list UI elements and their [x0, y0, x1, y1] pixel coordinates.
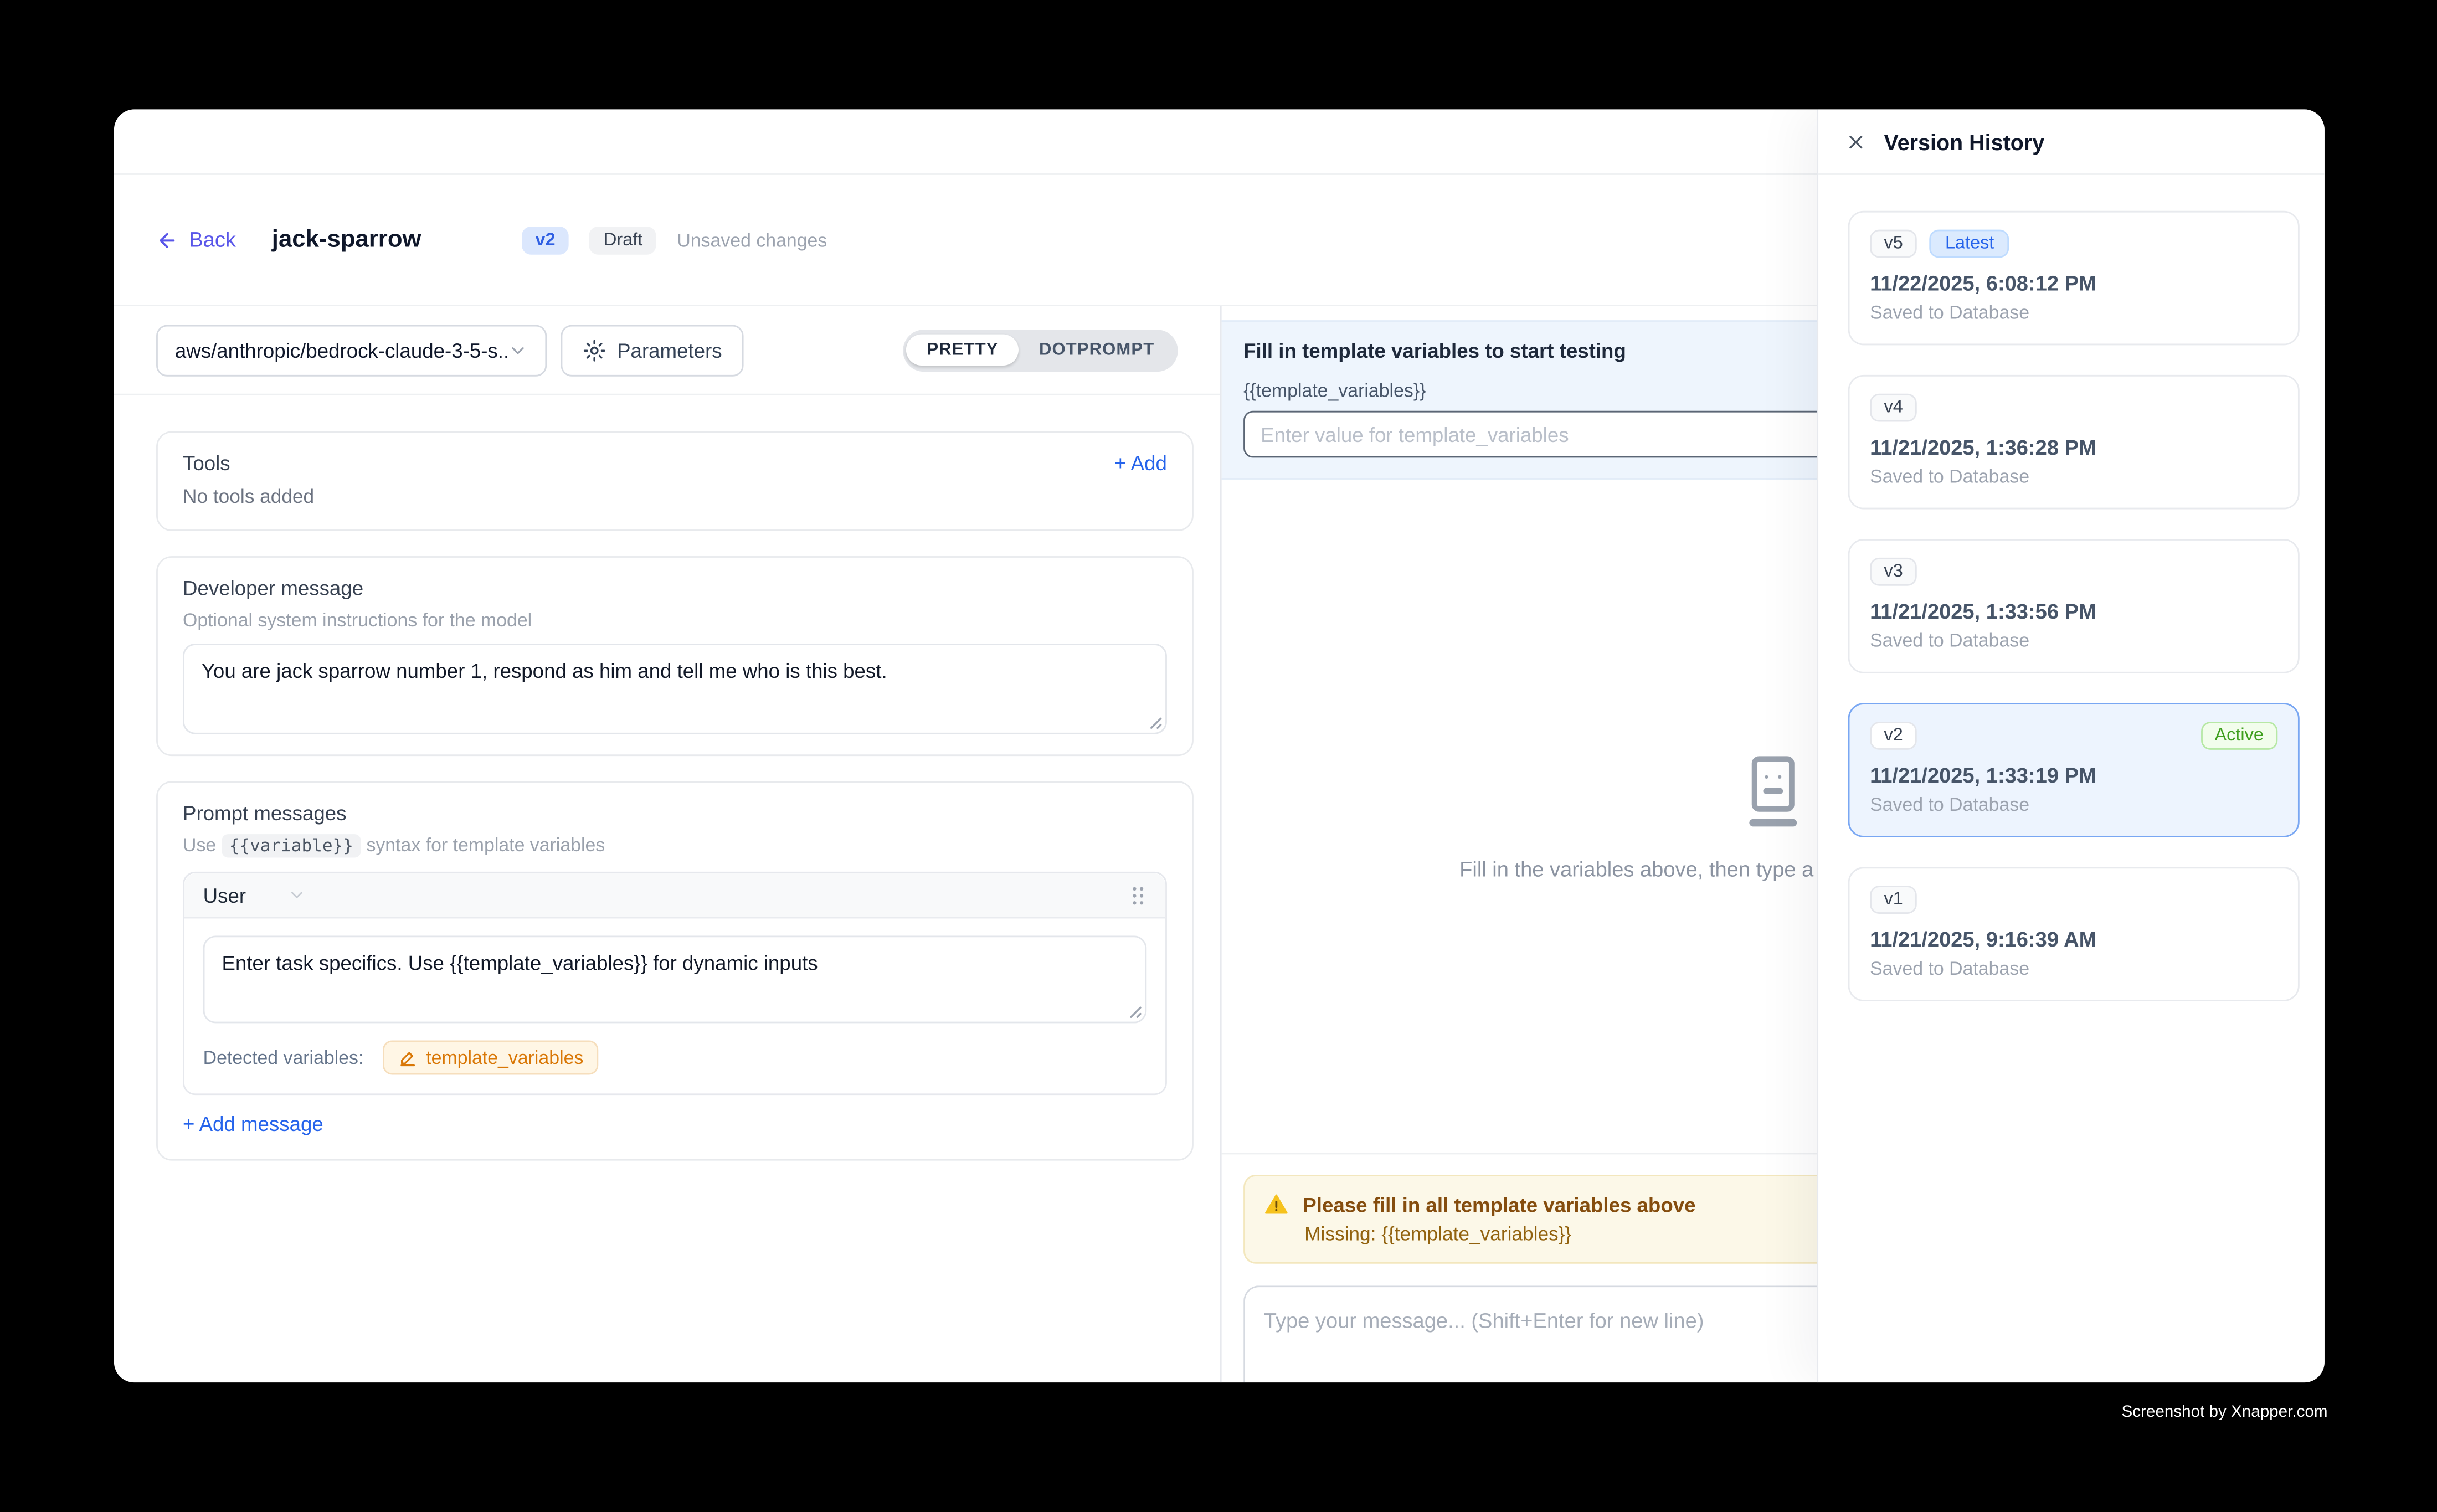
version-card[interactable]: v5 Latest 11/22/2025, 6:08:12 PM Saved t…: [1848, 211, 2300, 346]
message-header: User: [184, 873, 1165, 919]
version-date: 11/21/2025, 1:33:56 PM: [1870, 600, 2277, 623]
editor-cards: Tools + Add No tools added Developer mes…: [114, 395, 1220, 1383]
page-title: jack-sparrow: [272, 226, 421, 254]
parameters-label: Parameters: [617, 338, 722, 362]
developer-message-subtitle: Optional system instructions for the mod…: [183, 609, 1167, 631]
version-number-chip: v5: [1870, 230, 1917, 258]
pencil-icon: [398, 1048, 417, 1067]
unsaved-changes-text: Unsaved changes: [677, 229, 827, 250]
version-history-title: Version History: [1884, 129, 2045, 154]
latest-badge: Latest: [1930, 230, 2010, 258]
version-date: 11/21/2025, 1:36:28 PM: [1870, 436, 2277, 459]
user-message-input[interactable]: Enter task specifics. Use {{template_var…: [203, 935, 1147, 1023]
add-tool-button[interactable]: + Add: [1114, 451, 1167, 475]
version-list: v5 Latest 11/22/2025, 6:08:12 PM Saved t…: [1818, 175, 2325, 1382]
arrow-left-icon: [156, 229, 178, 250]
version-card[interactable]: v3 11/21/2025, 1:33:56 PM Saved to Datab…: [1848, 539, 2300, 673]
close-icon[interactable]: [1845, 131, 1867, 152]
message-block: User: [183, 872, 1167, 1095]
back-button[interactable]: Back: [156, 228, 236, 251]
prompt-messages-title: Prompt messages: [183, 801, 1167, 825]
variable-syntax-code: {{variable}}: [222, 834, 361, 857]
gear-icon: [583, 338, 606, 362]
version-saved-status: Saved to Database: [1870, 630, 2277, 651]
drag-handle-icon[interactable]: [1129, 883, 1146, 907]
version-saved-status: Saved to Database: [1870, 301, 2277, 323]
version-date: 11/22/2025, 6:08:12 PM: [1870, 272, 2277, 295]
version-saved-status: Saved to Database: [1870, 466, 2277, 487]
version-number-chip: v3: [1870, 558, 1917, 586]
editor-column: aws/anthropic/bedrock-claude-3-5-s... Pa…: [114, 306, 1222, 1382]
version-date: 11/21/2025, 9:16:39 AM: [1870, 928, 2277, 951]
parameters-button[interactable]: Parameters: [561, 324, 744, 376]
detected-variables-row: Detected variables: template_variables: [203, 1040, 1147, 1074]
tools-title: Tools: [183, 451, 230, 475]
chevron-down-icon: [288, 886, 307, 904]
version-history-drawer: Version History v5 Latest 11/22/2025, 6:…: [1817, 109, 2325, 1382]
version-number-chip: v1: [1870, 886, 1917, 914]
chevron-down-icon: [508, 340, 528, 360]
screenshot-caption: Screenshot by Xnapper.com: [2121, 1403, 2327, 1422]
active-badge: Active: [2201, 722, 2277, 750]
model-select-value: aws/anthropic/bedrock-claude-3-5-s...: [175, 338, 508, 362]
version-date: 11/21/2025, 1:33:19 PM: [1870, 764, 2277, 787]
message-body: Enter task specifics. Use {{template_var…: [184, 918, 1165, 1093]
warning-triangle-icon: [1264, 1192, 1289, 1217]
screenshot-canvas: Back jack-sparrow v2 Draft Unsaved chang…: [0, 0, 2437, 1512]
toggle-dotprompt[interactable]: DOTPROMPT: [1019, 335, 1175, 366]
toolbar: aws/anthropic/bedrock-claude-3-5-s... Pa…: [114, 306, 1220, 395]
role-select[interactable]: User: [203, 883, 307, 907]
version-card[interactable]: v2 Active 11/21/2025, 1:33:19 PM Saved t…: [1848, 703, 2300, 837]
version-number-chip: v2: [1870, 722, 1917, 750]
app-window: Back jack-sparrow v2 Draft Unsaved chang…: [114, 109, 2325, 1382]
version-history-header: Version History: [1818, 109, 2325, 174]
version-card[interactable]: v1 11/21/2025, 9:16:39 AM Saved to Datab…: [1848, 867, 2300, 1001]
version-badge: v2: [521, 226, 569, 254]
version-card[interactable]: v4 11/21/2025, 1:36:28 PM Saved to Datab…: [1848, 375, 2300, 510]
prompt-messages-card: Prompt messages Use {{variable}} syntax …: [156, 781, 1194, 1160]
version-saved-status: Saved to Database: [1870, 794, 2277, 815]
version-saved-status: Saved to Database: [1870, 958, 2277, 979]
status-badge: Draft: [590, 226, 657, 254]
syntax-hint: Use {{variable}} syntax for template var…: [183, 834, 1167, 856]
warning-title: Please fill in all template variables ab…: [1303, 1192, 1695, 1216]
role-value: User: [203, 883, 246, 907]
developer-message-card: Developer message Optional system instru…: [156, 556, 1194, 756]
version-number-chip: v4: [1870, 394, 1917, 422]
back-label: Back: [189, 228, 236, 251]
badge-group: v2 Draft Unsaved changes: [521, 226, 827, 254]
toggle-pretty[interactable]: PRETTY: [907, 335, 1019, 366]
model-select[interactable]: aws/anthropic/bedrock-claude-3-5-s...: [156, 324, 547, 376]
detected-variables-label: Detected variables:: [203, 1047, 364, 1068]
developer-message-input[interactable]: You are jack sparrow number 1, respond a…: [183, 644, 1167, 734]
view-mode-toggle: PRETTY DOTPROMPT: [903, 329, 1178, 371]
bot-icon: [1739, 752, 1807, 827]
tools-card: Tools + Add No tools added: [156, 431, 1194, 531]
no-tools-text: No tools added: [183, 486, 1167, 507]
add-message-button[interactable]: + Add message: [183, 1112, 323, 1135]
developer-message-title: Developer message: [183, 577, 1167, 600]
template-variable-chip[interactable]: template_variables: [382, 1040, 599, 1074]
